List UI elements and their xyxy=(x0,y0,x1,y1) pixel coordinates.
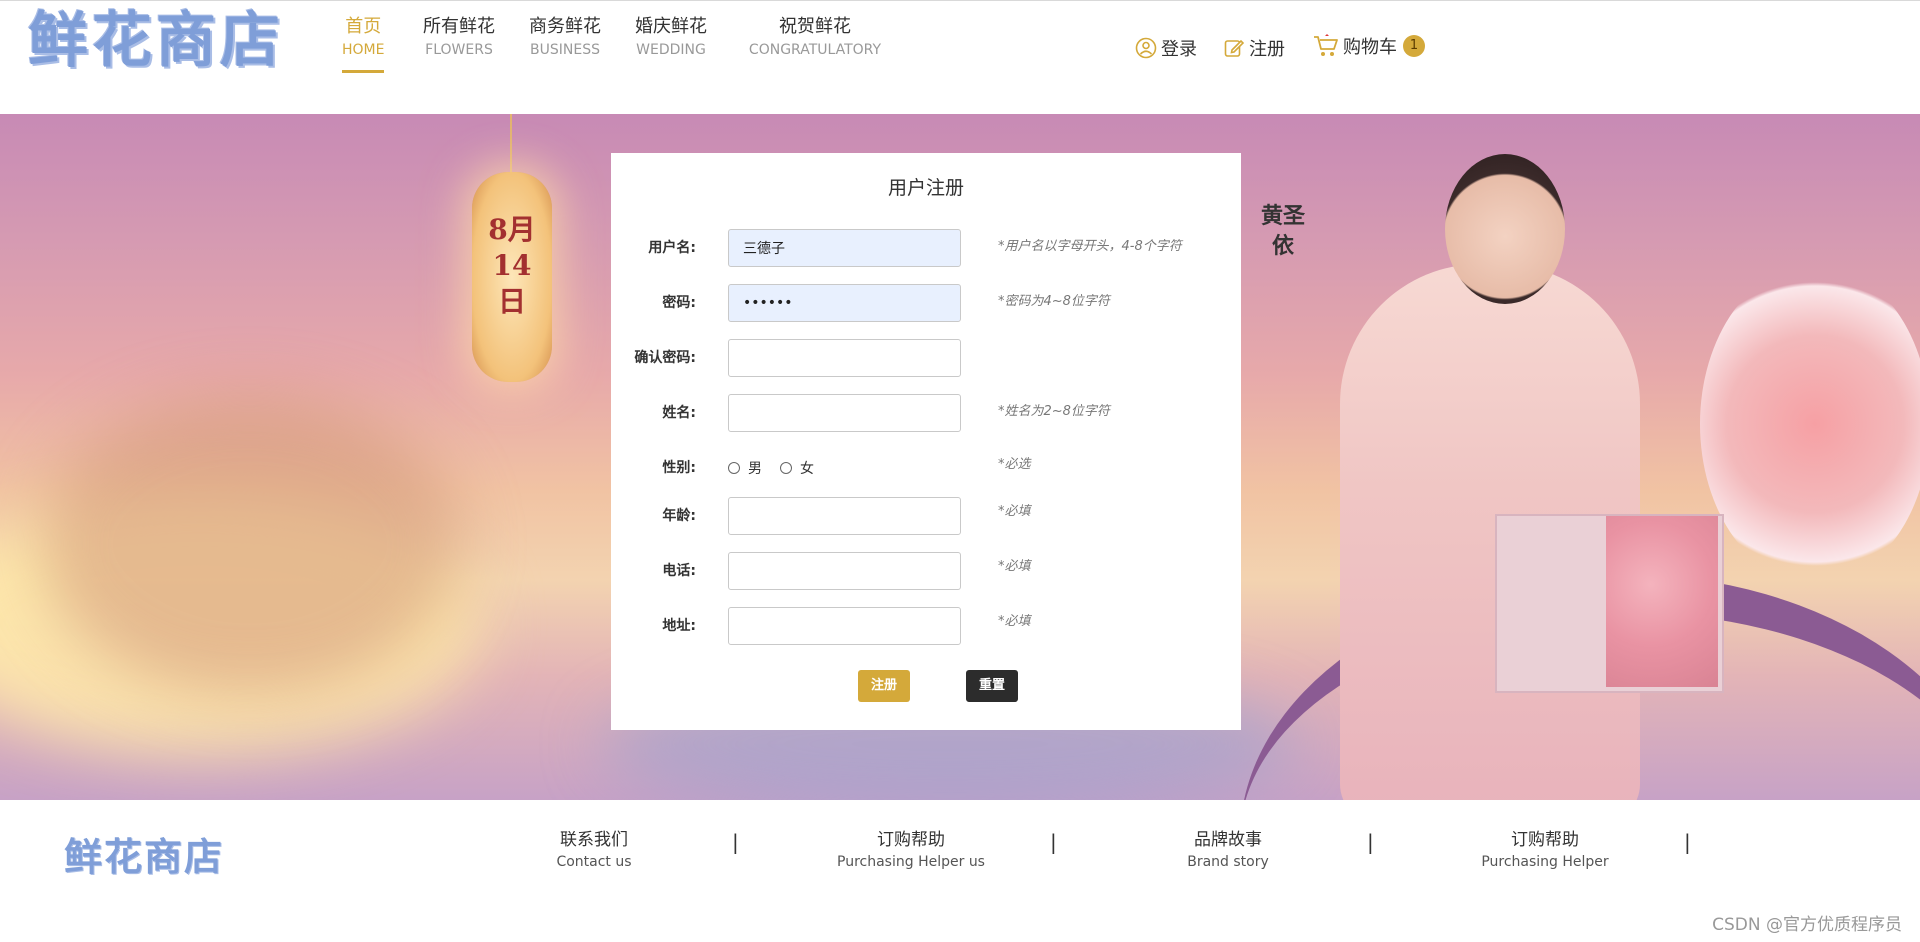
nav-wedding-en: WEDDING xyxy=(636,42,706,58)
footer-logo[interactable]: 鲜花商店 xyxy=(64,826,224,881)
site-footer: 鲜花商店 联系我们 Contact us | 订购帮助 Purchasing H… xyxy=(0,800,1920,942)
name-hint: *姓名为2~8位字符 xyxy=(998,404,1110,419)
spokesperson-name: 黄圣依 xyxy=(1260,204,1305,259)
username-row: 用户名: *用户名以字母开头，4-8个字符 xyxy=(611,229,1241,269)
username-input[interactable] xyxy=(728,229,961,267)
name-input[interactable] xyxy=(728,394,961,432)
edit-icon xyxy=(1224,39,1245,57)
footer-separator: | xyxy=(732,830,739,854)
nav-flowers-en: FLOWERS xyxy=(425,42,493,58)
age-row: 年龄: *必填 xyxy=(611,497,1241,537)
address-hint: *必填 xyxy=(998,614,1031,629)
confirm-password-row: 确认密码: xyxy=(611,339,1241,379)
rose-bouquet-image xyxy=(1700,264,1920,584)
gender-male-label[interactable]: 男 xyxy=(748,458,762,478)
gender-male-radio[interactable] xyxy=(728,462,740,474)
gender-female-radio[interactable] xyxy=(780,462,792,474)
csdn-watermark: CSDN @官方优质程序员 xyxy=(1712,915,1902,935)
footer-contact-cn: 联系我们 xyxy=(560,830,628,850)
password-hint: *密码为4~8位字符 xyxy=(998,294,1110,309)
cart-icon xyxy=(1314,34,1338,56)
footer-brand-cn: 品牌故事 xyxy=(1194,830,1262,850)
username-hint: *用户名以字母开头，4-8个字符 xyxy=(998,239,1182,254)
age-input[interactable] xyxy=(728,497,961,535)
nav-business[interactable]: 商务鲜花 BUSINESS xyxy=(529,15,601,61)
footer-contact-en: Contact us xyxy=(556,854,632,870)
gender-female-label[interactable]: 女 xyxy=(800,458,814,478)
spokesperson-portrait xyxy=(1445,154,1565,304)
confirm-password-label: 确认密码: xyxy=(634,350,696,366)
nav-business-en: BUSINESS xyxy=(530,42,600,58)
nav-wedding-cn: 婚庆鲜花 xyxy=(635,16,707,37)
site-logo[interactable]: 鲜花商店 xyxy=(28,5,284,77)
footer-help2-cn: 订购帮助 xyxy=(1511,830,1579,850)
nav-home-cn: 首页 xyxy=(345,16,382,37)
lantern-string xyxy=(510,114,512,174)
name-row: 姓名: *姓名为2~8位字符 xyxy=(611,394,1241,434)
footer-separator: | xyxy=(1050,830,1057,854)
age-label: 年龄: xyxy=(662,508,696,524)
footer-contact-us[interactable]: 联系我们 Contact us xyxy=(494,828,694,872)
phone-hint: *必填 xyxy=(998,559,1031,574)
form-title: 用户注册 xyxy=(887,177,964,199)
nav-home[interactable]: 首页 HOME xyxy=(342,15,385,73)
nav-congratulatory[interactable]: 祝贺鲜花 CONGRATULATORY xyxy=(742,15,888,61)
gift-box-roses xyxy=(1606,516,1718,687)
cart-link[interactable]: 购物车 1 xyxy=(1313,33,1425,59)
nav-congratulatory-cn: 祝贺鲜花 xyxy=(779,16,851,37)
password-input[interactable] xyxy=(728,284,961,322)
palace-silhouette xyxy=(40,394,460,694)
reset-button[interactable]: 重置 xyxy=(966,670,1018,702)
lantern-date-text: 8月14日 xyxy=(488,213,536,318)
footer-help1-en: Purchasing Helper us xyxy=(837,854,985,870)
phone-row: 电话: *必填 xyxy=(611,552,1241,592)
cart-count-badge: 1 xyxy=(1403,35,1425,57)
cart-label: 购物车 xyxy=(1343,37,1397,58)
login-link[interactable]: 登录 xyxy=(1135,35,1197,61)
footer-brand-story[interactable]: 品牌故事 Brand story xyxy=(1128,828,1328,872)
footer-help2-en: Purchasing Helper xyxy=(1481,854,1609,870)
footer-purchasing-help-1[interactable]: 订购帮助 Purchasing Helper us xyxy=(811,828,1011,872)
phone-input[interactable] xyxy=(728,552,961,590)
register-label: 注册 xyxy=(1249,39,1285,60)
address-input[interactable] xyxy=(728,607,961,645)
login-label: 登录 xyxy=(1161,39,1197,60)
gender-hint: *必选 xyxy=(998,457,1031,472)
password-label: 密码: xyxy=(662,295,696,311)
site-header: 鲜花商店 首页 HOME 所有鲜花 FLOWERS 商务鲜花 BUSINESS … xyxy=(0,1,1920,113)
nav-congratulatory-en: CONGRATULATORY xyxy=(748,42,882,58)
footer-help1-cn: 订购帮助 xyxy=(877,830,945,850)
address-label: 地址: xyxy=(662,618,696,634)
nav-flowers[interactable]: 所有鲜花 FLOWERS xyxy=(423,15,495,61)
confirm-password-input[interactable] xyxy=(728,339,961,377)
username-label: 用户名: xyxy=(648,240,696,256)
footer-separator: | xyxy=(1367,830,1374,854)
gender-row: 性别: 男 女 *必选 xyxy=(611,449,1241,489)
nav-flowers-cn: 所有鲜花 xyxy=(423,16,495,37)
footer-separator: | xyxy=(1684,830,1691,854)
nav-business-cn: 商务鲜花 xyxy=(529,16,601,37)
gender-label: 性别: xyxy=(662,460,696,476)
register-submit-button[interactable]: 注册 xyxy=(858,670,910,702)
register-link[interactable]: 注册 xyxy=(1223,35,1285,61)
age-hint: *必填 xyxy=(998,504,1031,519)
gender-radio-group: 男 女 xyxy=(728,458,832,478)
nav-wedding[interactable]: 婚庆鲜花 WEDDING xyxy=(635,15,707,61)
nav-home-en: HOME xyxy=(342,42,385,58)
register-form: 用户注册 用户名: *用户名以字母开头，4-8个字符 密码: *密码为4~8位字… xyxy=(611,153,1241,730)
phone-label: 电话: xyxy=(662,563,696,579)
footer-purchasing-help-2[interactable]: 订购帮助 Purchasing Helper xyxy=(1445,828,1645,872)
password-row: 密码: *密码为4~8位字符 xyxy=(611,284,1241,324)
address-row: 地址: *必填 xyxy=(611,607,1241,647)
name-label: 姓名: xyxy=(662,405,696,421)
user-icon xyxy=(1135,37,1157,59)
footer-brand-en: Brand story xyxy=(1187,854,1269,870)
